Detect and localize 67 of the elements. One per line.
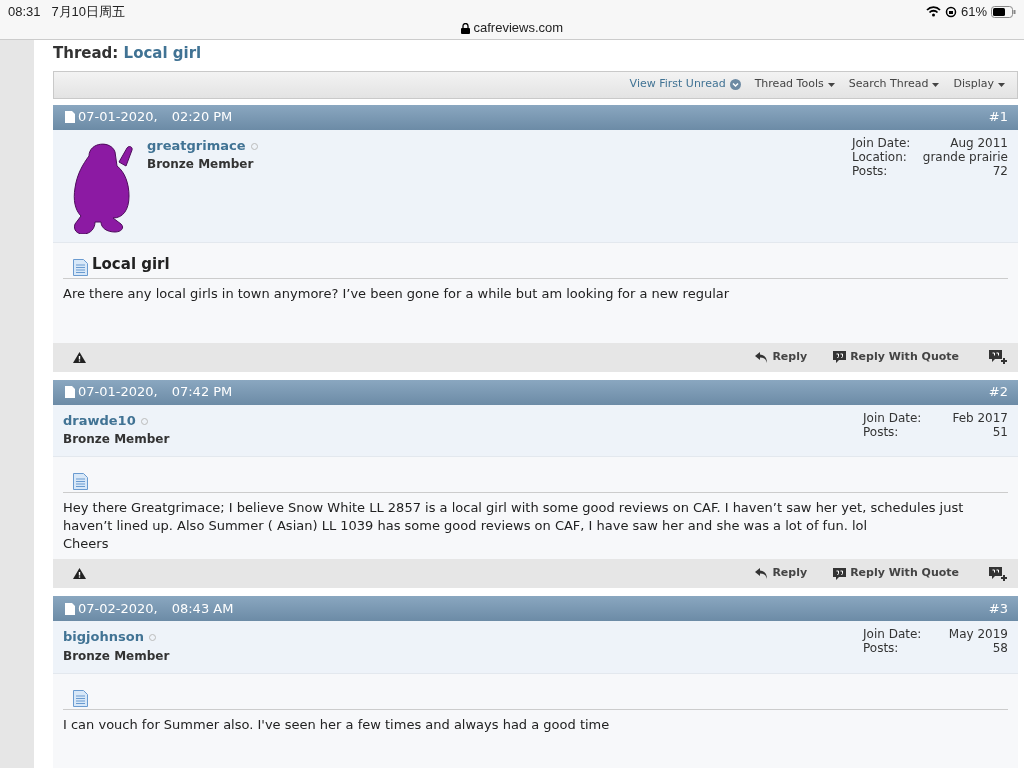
post-date: 07-01-2020, <box>78 383 158 402</box>
reply-button[interactable]: Reply <box>749 565 814 582</box>
stat-value: 51 <box>992 424 1008 439</box>
caret-icon <box>998 82 1005 87</box>
clock-time: 08:31 <box>8 4 41 19</box>
post-text: Cheers <box>63 535 110 553</box>
stat-label: Location: <box>852 149 907 164</box>
thread-title-link[interactable]: Local girl <box>123 44 202 62</box>
reply-button[interactable]: Reply <box>749 348 814 366</box>
caret-icon <box>932 82 940 87</box>
menu-dropdown[interactable]: Display <box>953 76 1005 93</box>
rotation-lock-icon <box>944 5 957 18</box>
chevron-down-icon <box>729 79 741 90</box>
stat-value: 72 <box>992 163 1008 178</box>
multi-quote-icon[interactable] <box>989 566 1008 581</box>
post-text: Hey there Greatgrimace; I believe Snow White LL 2857 is a local girl with some good reviews on CAF. I haven’t saw her yet, schedules just haven’t lined up. Also Summer ( Asian) LL 1039 has some good reviews on CAF, I have saw her and she was a lot of fun. lol <box>63 499 965 535</box>
post-icon <box>65 386 75 398</box>
member-rank: Bronze Member <box>63 647 170 665</box>
document-icon <box>73 258 88 276</box>
quote-bubble-icon <box>833 351 847 363</box>
post-text: Are there any local girls in town anymore? I’ve been gone for a while but am looking for a new regular <box>63 284 731 303</box>
battery-percent: 61% <box>960 3 987 21</box>
lock-icon <box>460 23 470 35</box>
url-text[interactable]: cafreviews.com <box>473 20 564 35</box>
document-icon <box>73 689 88 707</box>
battery-icon <box>991 5 1016 18</box>
post-time: 07:42 PM <box>171 383 233 402</box>
username-link[interactable]: greatgrimace <box>147 137 246 153</box>
username-link[interactable]: drawde10 <box>63 412 136 428</box>
post-icon <box>65 602 75 615</box>
post-date: 07-02-2020, <box>78 599 158 618</box>
document-icon <box>73 473 88 490</box>
stat-label: Join Date: <box>863 410 922 425</box>
stat-label: Posts: <box>863 641 899 655</box>
stat-value: Aug 2011 <box>950 135 1008 150</box>
member-rank: Bronze Member <box>63 431 170 448</box>
warning-icon[interactable] <box>73 351 86 363</box>
stat-value: May 2019 <box>948 627 1008 641</box>
quote-bubble-icon <box>833 567 847 580</box>
stat-value: Feb 2017 <box>952 410 1008 425</box>
thread-heading: Thread: Local girl <box>53 43 203 64</box>
stat-label: Join Date: <box>852 135 911 150</box>
post-time: 02:20 PM <box>171 108 233 127</box>
member-rank: Bronze Member <box>147 156 255 173</box>
stat-label: Posts: <box>852 163 888 178</box>
multi-quote-icon[interactable] <box>989 350 1008 364</box>
reply-with-quote-button[interactable]: Reply With Quote <box>827 348 965 366</box>
post-time: 08:43 AM <box>171 599 234 618</box>
menu-dropdown[interactable]: Search Thread <box>848 76 940 93</box>
reply-arrow-icon <box>755 351 769 363</box>
stat-value: grande prairie <box>922 149 1008 164</box>
menu-dropdown[interactable]: Thread Tools <box>754 76 835 93</box>
stat-value: 58 <box>992 641 1008 655</box>
stat-label: Join Date: <box>863 627 922 641</box>
caret-icon <box>827 82 835 87</box>
reply-arrow-icon <box>755 568 769 579</box>
view-first-unread-link[interactable]: View First Unread <box>629 76 741 93</box>
warning-icon[interactable] <box>73 568 86 579</box>
stat-label: Posts: <box>863 424 899 439</box>
reply-with-quote-button[interactable]: Reply With Quote <box>827 565 965 582</box>
post-icon <box>65 111 75 123</box>
post-text: I can vouch for Summer also. I've seen her a few times and always had a good time <box>63 715 611 734</box>
wifi-icon <box>925 6 941 18</box>
post-date: 07-01-2020, <box>78 108 158 127</box>
date-text: 7月10日周五 <box>51 4 126 19</box>
post-title: Local girl <box>92 254 170 275</box>
username-link[interactable]: bigjohnson <box>63 629 144 644</box>
